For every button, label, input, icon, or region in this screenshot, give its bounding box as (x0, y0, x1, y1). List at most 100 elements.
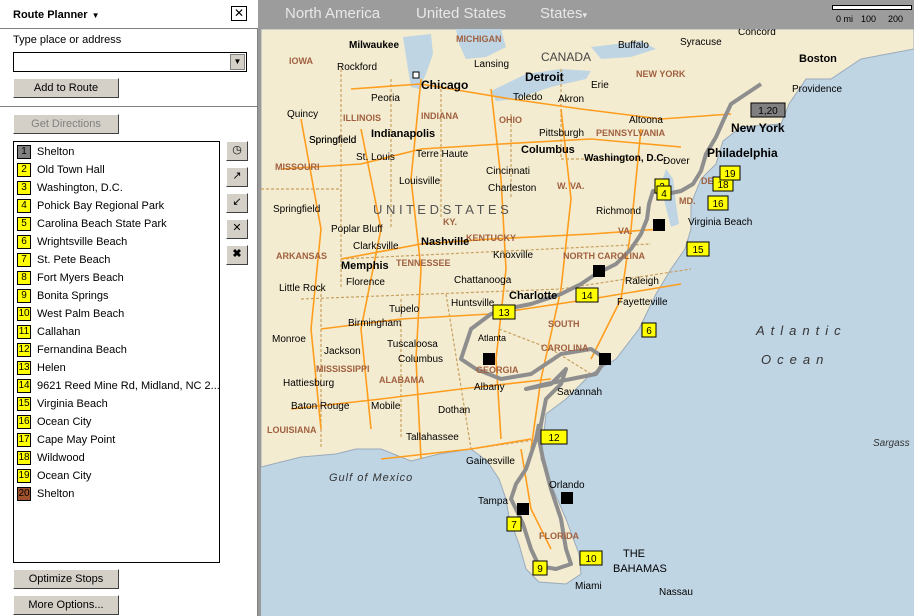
city-label[interactable]: Akron (558, 94, 584, 105)
panel-title-menu[interactable]: Route Planner ▼ (13, 9, 100, 21)
stop-row[interactable]: 8 Fort Myers Beach (17, 270, 217, 286)
city-label[interactable]: Erie (591, 80, 609, 91)
waypoint-icon[interactable] (653, 219, 665, 231)
chevron-down-icon[interactable]: ▼ (230, 54, 245, 70)
stop-row[interactable]: 17 Cape May Point (17, 432, 217, 448)
city-label[interactable]: Nashville (421, 236, 469, 248)
city-label[interactable]: Charlotte (509, 290, 557, 302)
stop-row[interactable]: 1 Shelton (17, 144, 217, 160)
get-directions-button[interactable]: Get Directions (13, 114, 119, 134)
city-label[interactable]: Savannah (557, 387, 602, 398)
city-label[interactable]: Virginia Beach (688, 217, 752, 228)
city-label[interactable]: Lansing (474, 59, 509, 70)
city-label[interactable]: Louisville (399, 176, 441, 187)
city-label[interactable]: Atlanta (478, 333, 506, 343)
city-label[interactable]: Indianapolis (371, 128, 435, 140)
stop-list[interactable]: 1 Shelton 2 Old Town Hall 3 Washington, D.C. 4… (13, 141, 220, 563)
city-label[interactable]: Providence (792, 84, 842, 95)
stop-row[interactable]: 15 Virginia Beach (17, 396, 217, 412)
stop-row[interactable]: 13 Helen (17, 360, 217, 376)
stop-row[interactable]: 2 Old Town Hall (17, 162, 217, 178)
city-label[interactable]: Jackson (324, 346, 361, 357)
stop-row[interactable]: 16 Ocean City (17, 414, 217, 430)
city-label[interactable]: Syracuse (680, 37, 722, 48)
city-label[interactable]: Florence (346, 277, 385, 288)
city-label[interactable]: Springfield (309, 135, 356, 146)
stop-row[interactable]: 20 Shelton (17, 486, 217, 502)
city-label[interactable]: Washington, D.C. (584, 153, 667, 164)
stop-row[interactable]: 12 Fernandina Beach (17, 342, 217, 358)
city-label[interactable]: New York (731, 121, 785, 135)
city-label[interactable]: Columbus (521, 144, 575, 156)
city-label[interactable]: Hattiesburg (283, 378, 334, 389)
stop-row[interactable]: 19 Ocean City (17, 468, 217, 484)
city-label[interactable]: Memphis (341, 260, 389, 272)
remove-stop-icon[interactable]: ✕ (226, 219, 248, 239)
stop-row[interactable]: 14 9621 Reed Mine Rd, Midland, NC 2... (17, 378, 219, 394)
city-label[interactable]: Chattanooga (454, 275, 512, 286)
city-label[interactable]: Richmond (596, 206, 641, 217)
clock-icon[interactable]: ◷ (226, 141, 248, 161)
map-canvas[interactable]: Atlantic Ocean Gulf of Mexico Sargass CA… (261, 29, 914, 616)
city-label[interactable]: Peoria (371, 93, 400, 104)
city-label[interactable]: Tupelo (389, 304, 420, 315)
breadcrumb-north-america[interactable]: North America (285, 5, 380, 22)
city-label[interactable]: Chicago (421, 78, 468, 92)
clear-route-icon[interactable]: ✖ (226, 245, 248, 265)
stop-row[interactable]: 7 St. Pete Beach (17, 252, 217, 268)
city-label[interactable]: Pittsburgh (539, 128, 584, 139)
add-to-route-button[interactable]: Add to Route (13, 78, 119, 98)
stop-row[interactable]: 4 Pohick Bay Regional Park (17, 198, 217, 214)
stop-row[interactable]: 3 Washington, D.C. (17, 180, 217, 196)
city-label[interactable]: Tuscaloosa (387, 339, 438, 350)
city-label[interactable]: Cincinnati (486, 166, 530, 177)
stop-row[interactable]: 9 Bonita Springs (17, 288, 217, 304)
city-label[interactable]: Knoxville (493, 250, 533, 261)
city-label[interactable]: Mobile (371, 401, 401, 412)
city-label[interactable]: Rockford (337, 62, 377, 73)
city-label[interactable]: Concord (738, 29, 776, 38)
city-label[interactable]: Tampa (478, 496, 508, 507)
city-label[interactable]: Monroe (272, 334, 306, 345)
more-options-button[interactable]: More Options... (13, 595, 119, 615)
waypoint-icon[interactable] (561, 492, 573, 504)
city-label[interactable]: Milwaukee (349, 40, 399, 51)
waypoint-icon[interactable] (593, 265, 605, 277)
optimize-stops-button[interactable]: Optimize Stops (13, 569, 119, 589)
city-label[interactable]: Birmingham (348, 318, 401, 329)
city-label[interactable]: Toledo (513, 92, 543, 103)
move-down-icon[interactable]: ↙ (226, 193, 248, 213)
breadcrumb-states[interactable]: States▾ (540, 5, 587, 22)
stop-row[interactable]: 10 West Palm Beach (17, 306, 217, 322)
city-label[interactable]: Raleigh (625, 276, 659, 287)
city-label[interactable]: Fayetteville (617, 297, 668, 308)
city-label[interactable]: Terre Haute (416, 149, 469, 160)
stop-row[interactable]: 5 Carolina Beach State Park (17, 216, 217, 232)
city-label[interactable]: Philadelphia (707, 146, 778, 160)
close-button[interactable]: ✕ (231, 6, 247, 21)
city-label[interactable]: Albany (474, 382, 505, 393)
city-label[interactable]: Detroit (525, 70, 564, 84)
stop-row[interactable]: 18 Wildwood (17, 450, 217, 466)
city-label[interactable]: Quincy (287, 109, 318, 120)
city-label[interactable]: Gainesville (466, 456, 515, 467)
city-label[interactable]: Dover (663, 156, 690, 167)
breadcrumb-united-states[interactable]: United States (416, 5, 506, 22)
stop-row[interactable]: 6 Wrightsville Beach (17, 234, 217, 250)
city-label[interactable]: Clarksville (353, 241, 399, 252)
move-up-icon[interactable]: ↗ (226, 167, 248, 187)
city-label[interactable]: Altoona (629, 115, 663, 126)
city-label[interactable]: Orlando (549, 480, 585, 491)
city-label[interactable]: Nassau (659, 587, 693, 598)
city-label[interactable]: Charleston (488, 183, 536, 194)
waypoint-icon[interactable] (517, 503, 529, 515)
city-label[interactable]: Boston (799, 53, 837, 65)
city-label[interactable]: Baton Rouge (291, 401, 350, 412)
waypoint-icon[interactable] (599, 353, 611, 365)
city-label[interactable]: Springfield (273, 204, 320, 215)
city-label[interactable]: Huntsville (451, 298, 495, 309)
stop-row[interactable]: 11 Callahan (17, 324, 217, 340)
city-label[interactable]: St. Louis (356, 152, 395, 163)
city-label[interactable]: Miami (575, 581, 602, 592)
city-label[interactable]: Poplar Bluff (331, 224, 383, 235)
